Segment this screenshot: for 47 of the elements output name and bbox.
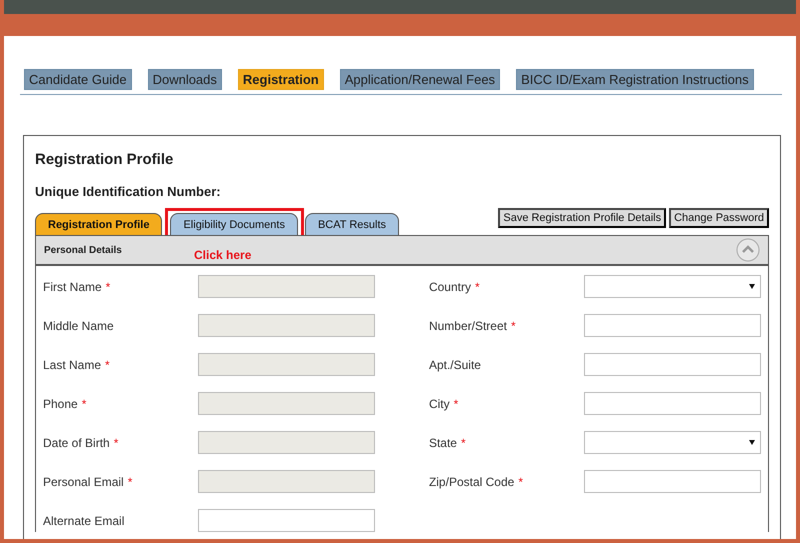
field-label: Personal Email xyxy=(43,474,124,488)
callout-text: Click here xyxy=(194,248,252,262)
text-field[interactable] xyxy=(584,314,761,337)
required-mark: * xyxy=(114,436,118,450)
text-field[interactable] xyxy=(584,470,761,493)
required-mark: * xyxy=(454,396,458,410)
required-mark: * xyxy=(518,474,523,488)
uid-label: Unique Identification Number: xyxy=(35,184,222,199)
field-label: Phone xyxy=(43,396,78,410)
text-field[interactable] xyxy=(198,509,375,532)
nav-tab[interactable]: Application/Renewal Fees xyxy=(340,69,500,90)
collapse-icon[interactable] xyxy=(736,238,760,262)
field-label: City xyxy=(428,396,450,410)
field-label: Last Name xyxy=(43,358,102,372)
action-button[interactable]: Save Registration Profile Details xyxy=(498,208,666,228)
required-mark: * xyxy=(128,474,132,488)
profile-tab[interactable]: Eligibility Documents xyxy=(170,213,298,235)
required-mark: * xyxy=(474,280,480,294)
field-label: Alternate Email xyxy=(43,514,124,528)
required-mark: * xyxy=(105,358,110,372)
field-label: State xyxy=(428,436,457,450)
field-label: Number/Street xyxy=(428,318,507,332)
field-label: First Name xyxy=(43,280,102,294)
field-label: Middle Name xyxy=(43,318,114,332)
required-mark: * xyxy=(82,396,86,410)
profile-tab[interactable]: Registration Profile xyxy=(35,213,162,235)
field-label: Zip/Postal Code xyxy=(428,474,514,488)
profile-tab[interactable]: BCAT Results xyxy=(304,213,400,235)
field-label: Apt./Suite xyxy=(428,358,481,372)
nav-tab[interactable]: Registration xyxy=(238,69,324,90)
text-field[interactable] xyxy=(584,353,761,376)
required-mark: * xyxy=(460,436,466,450)
panel-title: Registration Profile xyxy=(35,151,174,168)
dropdown-field[interactable] xyxy=(584,275,761,298)
caret-icon xyxy=(748,440,755,445)
required-mark: * xyxy=(510,318,516,332)
field-label: Country xyxy=(428,280,471,294)
caret-icon xyxy=(748,284,755,289)
nav-tab[interactable]: BICC ID/Exam Registration Instructions xyxy=(516,69,754,90)
section-title: Personal Details xyxy=(44,244,123,256)
required-mark: * xyxy=(106,280,110,294)
action-button[interactable]: Change Password xyxy=(669,208,769,228)
nav-tab[interactable]: Candidate Guide xyxy=(24,69,132,90)
dropdown-field[interactable] xyxy=(584,431,761,454)
text-field[interactable] xyxy=(584,392,761,415)
nav-tab[interactable]: Downloads xyxy=(148,69,222,90)
field-label: Date of Birth xyxy=(43,436,110,450)
